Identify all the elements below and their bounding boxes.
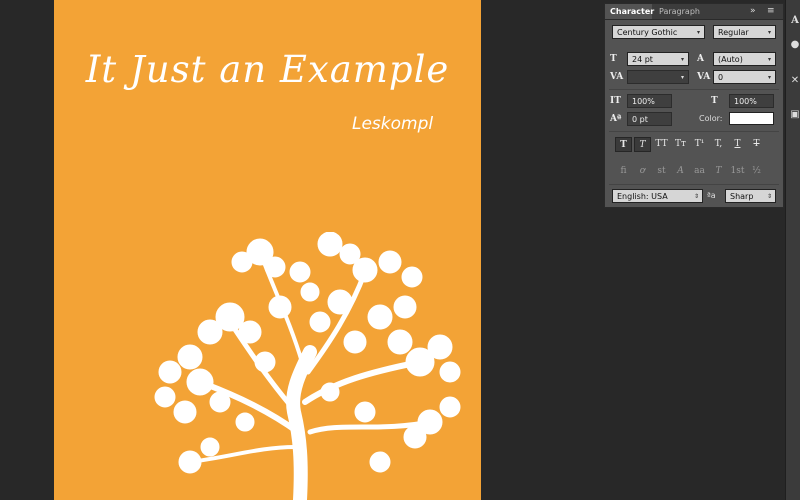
collapse-icon[interactable]: » (750, 6, 756, 17)
font-size-value: 24 pt (632, 55, 653, 64)
titling-alternates-button[interactable]: T (710, 164, 727, 179)
faux-bold-button[interactable]: T (615, 137, 632, 152)
superscript-button[interactable]: T¹ (691, 137, 708, 152)
chevron-down-icon: ▾ (680, 74, 684, 81)
document-title: It Just an Example (85, 48, 450, 91)
anti-alias-value: Sharp (730, 192, 754, 201)
tracking-field[interactable]: 0 ▾ (713, 70, 776, 84)
tracking-value: 0 (718, 73, 724, 82)
font-style-value: Regular (718, 28, 749, 37)
subscript-button[interactable]: T, (710, 137, 727, 152)
chevron-down-icon: ⇕ (693, 193, 700, 200)
kerning-field[interactable]: ▾ (627, 70, 689, 84)
vertical-scale-value: 100% (632, 97, 655, 106)
vertical-scale-field[interactable]: 100% (627, 94, 672, 108)
anti-alias-icon: ªa (707, 191, 716, 200)
language-select[interactable]: English: USA ⇕ (612, 189, 703, 203)
wrench-icon[interactable]: ✕ (789, 74, 800, 88)
tool-dock: A ● ✕ ▣ (785, 0, 800, 500)
discretionary-ligatures-button[interactable]: st (653, 164, 670, 179)
divider (609, 184, 779, 185)
chevron-down-icon: ▾ (767, 29, 771, 36)
color-label: Color: (699, 114, 723, 123)
leading-value: (Auto) (718, 55, 743, 64)
chevron-down-icon: ▾ (696, 29, 700, 36)
chevron-down-icon: ⇕ (766, 193, 773, 200)
divider (609, 89, 779, 90)
document-canvas[interactable]: It Just an Example Leskompl (54, 0, 481, 500)
faux-italic-button[interactable]: T (634, 137, 651, 152)
swash-button[interactable]: A (672, 164, 689, 179)
small-caps-button[interactable]: Tт (672, 137, 689, 152)
tree-illustration (154, 232, 461, 500)
panel-tab-bar: Character Paragraph » ≡ (605, 4, 783, 20)
font-style-select[interactable]: Regular ▾ (713, 25, 776, 39)
baseline-shift-icon: Aª (610, 114, 622, 124)
tab-character[interactable]: Character (605, 4, 654, 19)
vertical-scale-icon: IT (610, 96, 621, 106)
divider (609, 131, 779, 132)
horizontal-scale-value: 100% (734, 97, 757, 106)
baseline-shift-value: 0 pt (632, 115, 648, 124)
horizontal-scale-icon: T (711, 96, 718, 106)
ligatures-button[interactable]: fi (615, 164, 632, 179)
underline-button[interactable]: T (729, 137, 746, 152)
ordinals-button[interactable]: 1st (729, 164, 746, 179)
strikethrough-button[interactable]: T (748, 137, 765, 152)
tracking-icon: VA (697, 72, 711, 82)
tab-paragraph[interactable]: Paragraph (654, 4, 704, 19)
chevron-down-icon: ▾ (767, 56, 771, 63)
type-tool-icon[interactable]: A (789, 14, 800, 28)
all-caps-button[interactable]: TT (653, 137, 670, 152)
chevron-down-icon: ▾ (680, 56, 684, 63)
fractions-button[interactable]: ½ (748, 164, 765, 179)
anti-alias-select[interactable]: Sharp ⇕ (725, 189, 776, 203)
language-value: English: USA (617, 192, 668, 201)
color-swatch[interactable] (729, 112, 774, 125)
font-family-select[interactable]: Century Gothic ▾ (612, 25, 705, 39)
document-author: Leskompl (352, 114, 434, 134)
kerning-icon: VA (610, 72, 624, 82)
panel-menu-icon[interactable]: ≡ (767, 6, 775, 17)
horizontal-scale-field[interactable]: 100% (729, 94, 774, 108)
cube-icon[interactable]: ▣ (789, 108, 800, 122)
leading-field[interactable]: (Auto) ▾ (713, 52, 776, 66)
font-size-icon: T (610, 54, 617, 64)
dot-icon[interactable]: ● (789, 38, 800, 52)
stylistic-alternates-button[interactable]: aa (691, 164, 708, 179)
baseline-shift-field[interactable]: 0 pt (627, 112, 672, 126)
chevron-down-icon: ▾ (767, 74, 771, 81)
character-panel: Character Paragraph » ≡ Century Gothic ▾… (604, 3, 784, 208)
font-size-field[interactable]: 24 pt ▾ (627, 52, 689, 66)
old-style-button[interactable]: ơ (634, 164, 651, 179)
font-family-value: Century Gothic (617, 28, 678, 37)
leading-icon: A (697, 54, 704, 64)
